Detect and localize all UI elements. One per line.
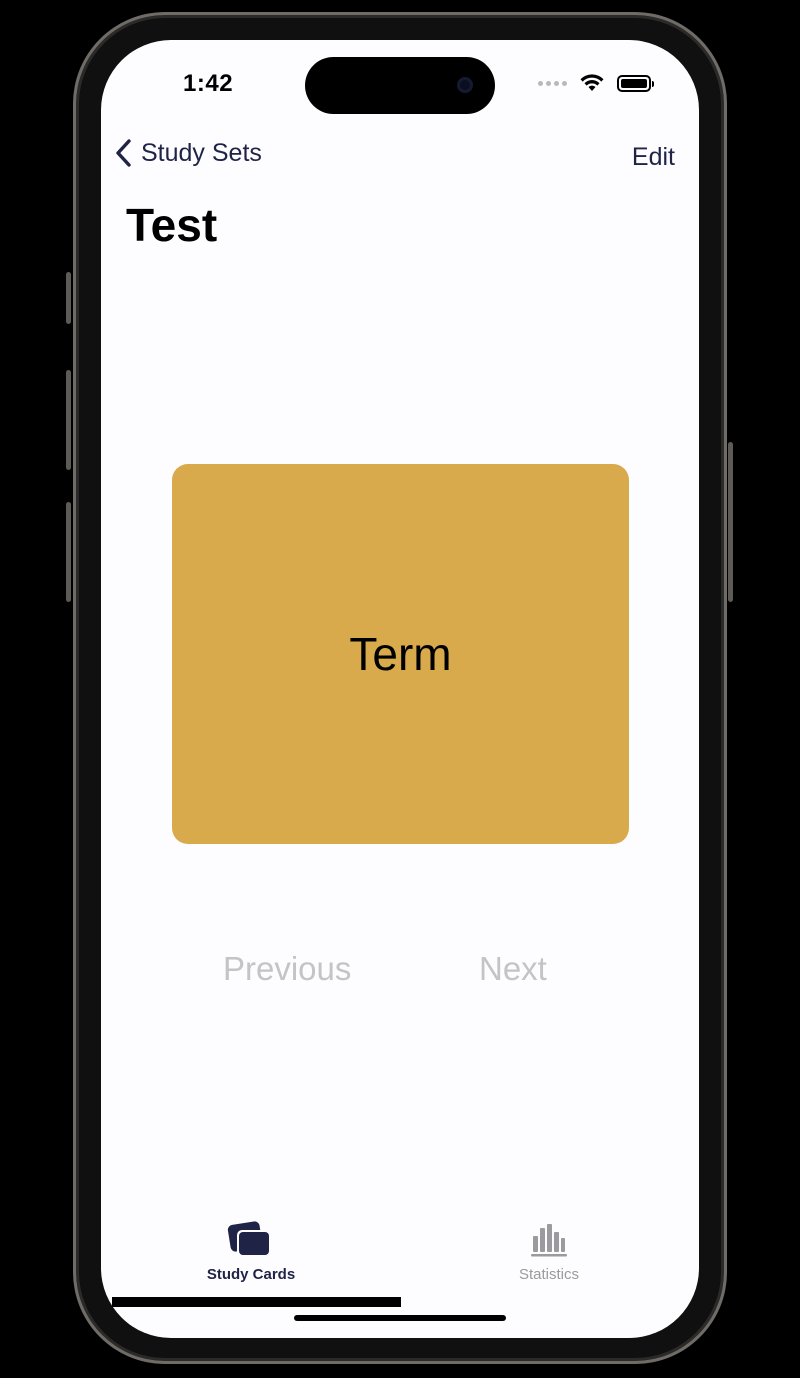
previous-button[interactable]: Previous <box>223 950 351 988</box>
tab-statistics-label: Statistics <box>518 1266 579 1283</box>
back-button[interactable]: Study Sets <box>115 138 262 168</box>
flashcard[interactable]: Term <box>172 464 629 844</box>
tab-study-cards[interactable]: Study Cards <box>199 1220 303 1283</box>
card-navigation: Previous Next <box>101 950 699 994</box>
home-indicator[interactable] <box>294 1315 506 1321</box>
chevron-left-icon <box>116 139 131 167</box>
power-button <box>728 442 733 602</box>
device-stage: 1:42 Study Sets Edit Test Term Previous … <box>0 0 800 1378</box>
back-button-label: Study Sets <box>141 138 262 167</box>
study-cards-icon <box>227 1221 271 1257</box>
volume-up-button <box>66 370 71 470</box>
action-button <box>66 272 71 324</box>
tab-statistics[interactable]: Statistics <box>499 1220 599 1283</box>
battery-icon <box>617 74 654 92</box>
tab-study-cards-label: Study Cards <box>206 1266 296 1283</box>
next-button[interactable]: Next <box>479 950 547 988</box>
wifi-icon <box>580 74 604 91</box>
page-title: Test <box>126 199 218 251</box>
progress-overlay-bar <box>112 1297 401 1307</box>
status-icons <box>538 73 654 93</box>
bar-chart-icon <box>531 1224 567 1257</box>
front-camera-icon <box>457 77 473 93</box>
volume-down-button <box>66 502 71 602</box>
dynamic-island <box>305 57 495 114</box>
edit-button[interactable]: Edit <box>632 143 675 172</box>
cellular-signal-icon <box>538 80 567 86</box>
flashcard-term: Term <box>349 628 452 680</box>
app-screen: 1:42 Study Sets Edit Test Term Previous … <box>101 40 699 1338</box>
status-time: 1:42 <box>183 70 234 97</box>
